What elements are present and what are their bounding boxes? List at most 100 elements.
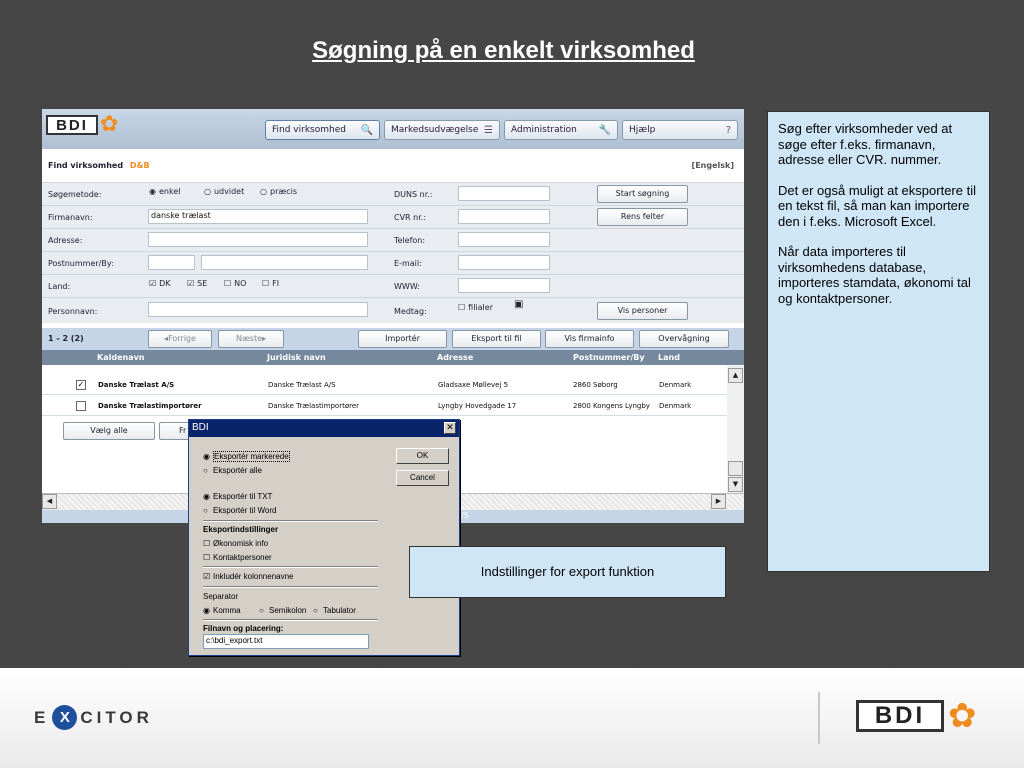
radio-exact[interactable]: ○ præcis [260,187,297,196]
postal-code-input[interactable] [148,255,195,270]
column-header[interactable]: Kaldenavn [97,353,145,362]
scroll-left-icon[interactable]: ◀ [42,494,57,509]
bdi-logo-text: BDI [856,700,944,732]
radio-tab[interactable]: ○ Tabulator [313,606,356,615]
cell-name: Danske Trælastimportører [98,402,202,410]
www-label: WWW: [394,282,420,291]
language-link[interactable]: [Engelsk] [692,161,734,170]
description-box: Søg efter virksomheder ved at søge efter… [767,111,990,572]
country-checkbox-dk[interactable]: ☑ DK [149,279,171,288]
radio-extended[interactable]: ○ udvidet [204,187,244,196]
data-source-label: D&B [129,161,150,170]
column-header[interactable]: Land [658,353,680,362]
branches-checkbox[interactable]: ☐ filialer [458,303,493,312]
phone-input[interactable] [458,232,550,247]
form-row-company: Firmanavn: danske trælast CVR nr.: Rens … [42,205,744,228]
cvr-input[interactable] [458,209,550,224]
radio-export-txt[interactable]: ◉ Eksportér til TXT [203,492,272,501]
vertical-scrollbar[interactable]: ▲ ▼ [727,365,744,493]
radio-comma[interactable]: ◉ Komma [203,606,241,615]
table-row[interactable]: Danske Trælastimportører Danske Trælasti… [42,396,727,416]
tab-help[interactable]: Hjælp ? [622,120,738,140]
flower-icon: ✿ [948,696,977,736]
filename-input[interactable]: c:\bdi_export.txt [203,634,369,649]
next-page-button[interactable]: Næste▸ [218,330,284,348]
row-checkbox-empty-icon[interactable] [76,401,86,411]
cell-postal: 2860 Søborg [573,381,618,389]
checkbox-checked-icon: ☑ [149,279,157,288]
export-file-icon[interactable]: ▣ [514,299,523,310]
form-row-address: Adresse: Telefon: [42,228,744,251]
bdi-footer-logo: BDI ✿ [856,696,977,736]
monitoring-button[interactable]: Overvågning [639,330,729,348]
radio-checked-icon: ◉ [149,187,156,196]
start-search-button[interactable]: Start søgning [597,185,688,203]
scroll-right-icon[interactable]: ▶ [711,494,726,509]
bdi-logo: BDI ✿ [46,112,119,137]
checkbox-include-column-names[interactable]: ☑ Inkludér kolonnenavne [203,572,294,581]
close-icon[interactable]: ✕ [444,422,456,434]
radio-simple[interactable]: ◉ enkel [149,187,180,196]
show-persons-button[interactable]: Vis personer [597,302,688,320]
footer-divider [818,692,820,744]
country-checkbox-se[interactable]: ☑ SE [187,279,207,288]
column-header[interactable]: Juridisk navn [267,353,326,362]
ok-button[interactable]: OK [396,448,449,464]
radio-label: Eksportér alle [213,466,262,475]
prev-page-button[interactable]: ◂Forrige [148,330,212,348]
column-header[interactable]: Adresse [437,353,473,362]
cell-name: Danske Trælast A/S [98,381,175,389]
duns-input[interactable] [458,186,550,201]
dialog-titlebar[interactable]: BDI ✕ [189,420,459,437]
tab-label: Markedsudvægelse [391,125,479,135]
radio-export-word[interactable]: ○ Eksportér til Word [203,506,276,515]
import-button[interactable]: Importér [358,330,447,348]
tab-administration[interactable]: Administration 🔧 [504,120,618,140]
tab-find-company[interactable]: Find virksomhed 🔍 [265,120,380,140]
radio-export-all[interactable]: ○ Eksportér alle [203,466,262,475]
cancel-button[interactable]: Cancel [396,470,449,486]
radio-empty-icon: ○ [260,187,267,196]
tab-label: Hjælp [629,125,656,135]
www-input[interactable] [458,278,550,293]
checkbox-label: DK [159,279,171,288]
select-all-button[interactable]: Vælg alle [63,422,155,440]
radio-empty-icon: ○ [259,606,264,615]
scroll-up-icon[interactable]: ▲ [728,368,743,383]
company-name-input[interactable]: danske trælast [148,209,368,224]
row-checkbox-checked-icon[interactable]: ✓ [76,380,86,390]
checkbox-label: Økonomisk info [213,539,269,548]
scroll-thumb[interactable] [728,461,743,476]
radio-label: Semikolon [269,606,307,615]
checkbox-label: filialer [468,303,493,312]
radio-checked-icon: ◉ [203,492,210,501]
column-header[interactable]: Postnummer/By [573,353,645,362]
checkbox-contacts[interactable]: ☐ Kontaktpersoner [203,553,272,562]
radio-label: Eksportér til Word [213,506,277,515]
city-input[interactable] [201,255,368,270]
description-paragraph: Det er også muligt at eksportere til en … [778,182,976,229]
tab-market-selection[interactable]: Markedsudvægelse ☰ [384,120,500,140]
divider [203,619,378,621]
clear-fields-button[interactable]: Rens felter [597,208,688,226]
table-row[interactable]: ✓ Danske Trælast A/S Danske Trælast A/S … [42,375,727,395]
show-company-info-button[interactable]: Vis firmainfo [545,330,634,348]
description-paragraph: Når data importeres til virksomhedens da… [778,244,971,306]
flower-icon: ✿ [100,112,119,137]
email-input[interactable] [458,255,550,270]
radio-empty-icon: ○ [313,606,318,615]
cell-address: Lyngby Hovedgade 17 [438,402,517,410]
person-input[interactable] [148,302,368,317]
form-row-person: Personnavn: Medtag: ☐ filialer ▣ Vis pers… [42,297,744,323]
address-input[interactable] [148,232,368,247]
scroll-down-icon[interactable]: ▼ [728,477,743,492]
export-dialog: BDI ✕ ◉ Eksportér markerede ○ Eksportér al… [188,419,460,656]
cell-legal-name: Danske Trælast A/S [268,381,336,389]
excitor-logo: E X CITOR [34,705,153,730]
country-checkbox-no[interactable]: ☐ NO [224,279,246,288]
radio-semicolon[interactable]: ○ Semikolon [259,606,306,615]
country-checkbox-fi[interactable]: ☐ FI [262,279,279,288]
radio-export-selected[interactable]: ◉ Eksportér markerede [203,451,290,462]
export-to-file-button[interactable]: Eksport til fil [452,330,541,348]
checkbox-economic-info[interactable]: ☐ Økonomisk info [203,539,268,548]
